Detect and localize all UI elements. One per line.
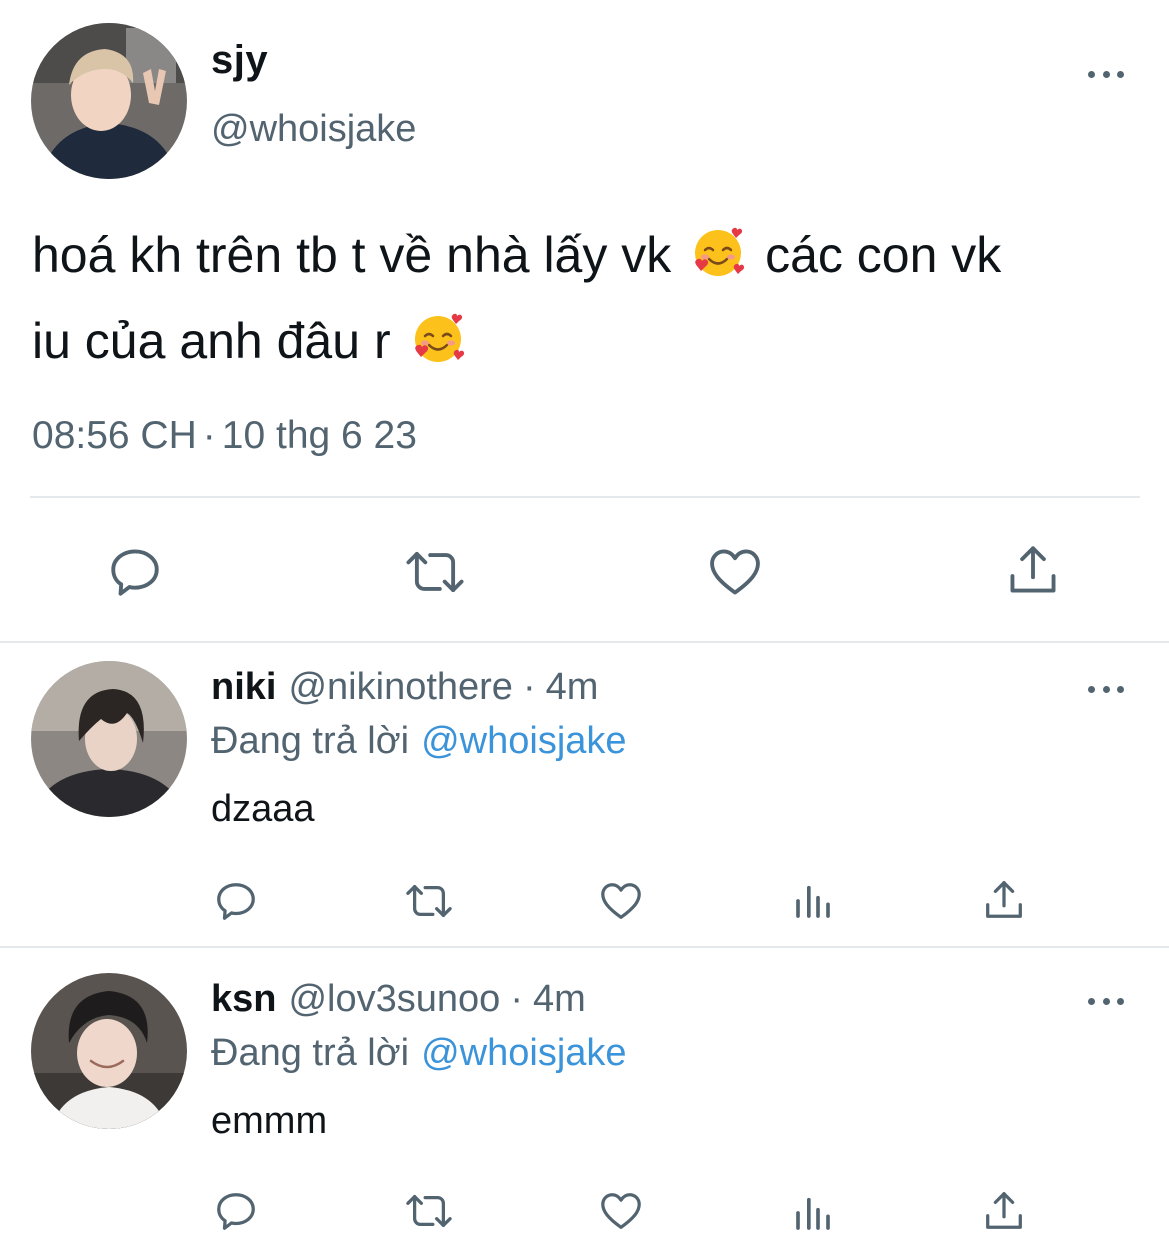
reply-age[interactable]: 4m xyxy=(546,666,599,708)
replying-to: Đang trả lời @whoisjake xyxy=(211,1032,627,1075)
replying-label: Đang trả lời xyxy=(211,720,410,762)
tweet-date: 10 thg 6 23 xyxy=(221,414,417,457)
divider xyxy=(0,641,1169,643)
heart-icon xyxy=(601,883,641,919)
separator: · xyxy=(202,414,216,457)
replying-to: Đang trả lời @whoisjake xyxy=(211,720,627,763)
share-button[interactable] xyxy=(979,875,1029,925)
reply-avatar[interactable] xyxy=(31,973,187,1129)
retweet-button[interactable] xyxy=(398,541,472,603)
views-button[interactable] xyxy=(790,878,836,924)
more-icon[interactable] xyxy=(1084,679,1128,699)
share-button[interactable] xyxy=(979,1186,1029,1236)
tweet-text-part2: các con vk xyxy=(765,227,1002,283)
like-button[interactable] xyxy=(594,876,648,926)
reply-age[interactable]: 4m xyxy=(533,978,586,1020)
share-icon xyxy=(986,1192,1022,1229)
retweet-icon xyxy=(406,884,452,918)
replying-mention[interactable]: @whoisjake xyxy=(421,720,626,762)
more-icon[interactable] xyxy=(1084,991,1128,1011)
share-button[interactable] xyxy=(1002,539,1064,601)
reply-text: dzaaa xyxy=(211,788,315,830)
retweet-icon xyxy=(406,551,464,593)
tweet-timestamp[interactable]: 08:56 CH · 10 thg 6 23 xyxy=(32,414,417,458)
views-icon xyxy=(796,1197,830,1230)
reply-icon xyxy=(111,549,159,596)
divider xyxy=(30,496,1140,498)
reply-button[interactable] xyxy=(210,1186,262,1236)
reply-text: emmm xyxy=(211,1100,328,1142)
reply-header: niki @nikinothere · 4m xyxy=(211,666,598,709)
smiling-face-with-hearts-icon xyxy=(414,313,464,362)
views-icon xyxy=(796,885,830,918)
reply-button[interactable] xyxy=(210,876,262,926)
share-icon xyxy=(1010,546,1056,593)
separator: · xyxy=(522,666,536,708)
tweet-text: hoá kh trên tb t về nhà lấy vk các con v… xyxy=(32,212,1142,384)
more-icon[interactable] xyxy=(1084,64,1128,84)
separator: · xyxy=(510,978,523,1020)
tweet-text-part3: iu của anh đâu r xyxy=(32,313,391,369)
retweet-button[interactable] xyxy=(399,876,459,926)
reply-display-name[interactable]: niki xyxy=(211,666,276,708)
tweet-time: 08:56 CH xyxy=(32,414,197,457)
views-button[interactable] xyxy=(790,1190,836,1236)
reply-display-name[interactable]: ksn xyxy=(211,978,276,1020)
author-avatar[interactable] xyxy=(31,23,187,179)
tweet-text-part1: hoá kh trên tb t về nhà lấy vk xyxy=(32,227,672,283)
author-display-name[interactable]: sjy xyxy=(211,38,268,83)
reply-handle[interactable]: @nikinothere xyxy=(288,666,512,708)
share-icon xyxy=(986,881,1022,918)
reply-button[interactable] xyxy=(104,541,166,603)
retweet-button[interactable] xyxy=(399,1186,459,1236)
reply-avatar[interactable] xyxy=(31,661,187,817)
retweet-icon xyxy=(406,1194,452,1228)
smiling-face-with-hearts-icon xyxy=(695,227,745,276)
replying-label: Đang trả lời xyxy=(211,1032,410,1074)
like-button[interactable] xyxy=(704,541,766,603)
reply-icon xyxy=(217,1193,255,1230)
replying-mention[interactable]: @whoisjake xyxy=(421,1032,626,1074)
reply-icon xyxy=(217,883,255,920)
author-handle[interactable]: @whoisjake xyxy=(211,108,416,151)
heart-icon xyxy=(710,549,760,595)
reply-header: ksn @lov3sunoo · 4m xyxy=(211,978,586,1021)
divider xyxy=(0,946,1169,948)
heart-icon xyxy=(601,1193,641,1229)
reply-handle[interactable]: @lov3sunoo xyxy=(288,978,500,1020)
like-button[interactable] xyxy=(594,1186,648,1236)
